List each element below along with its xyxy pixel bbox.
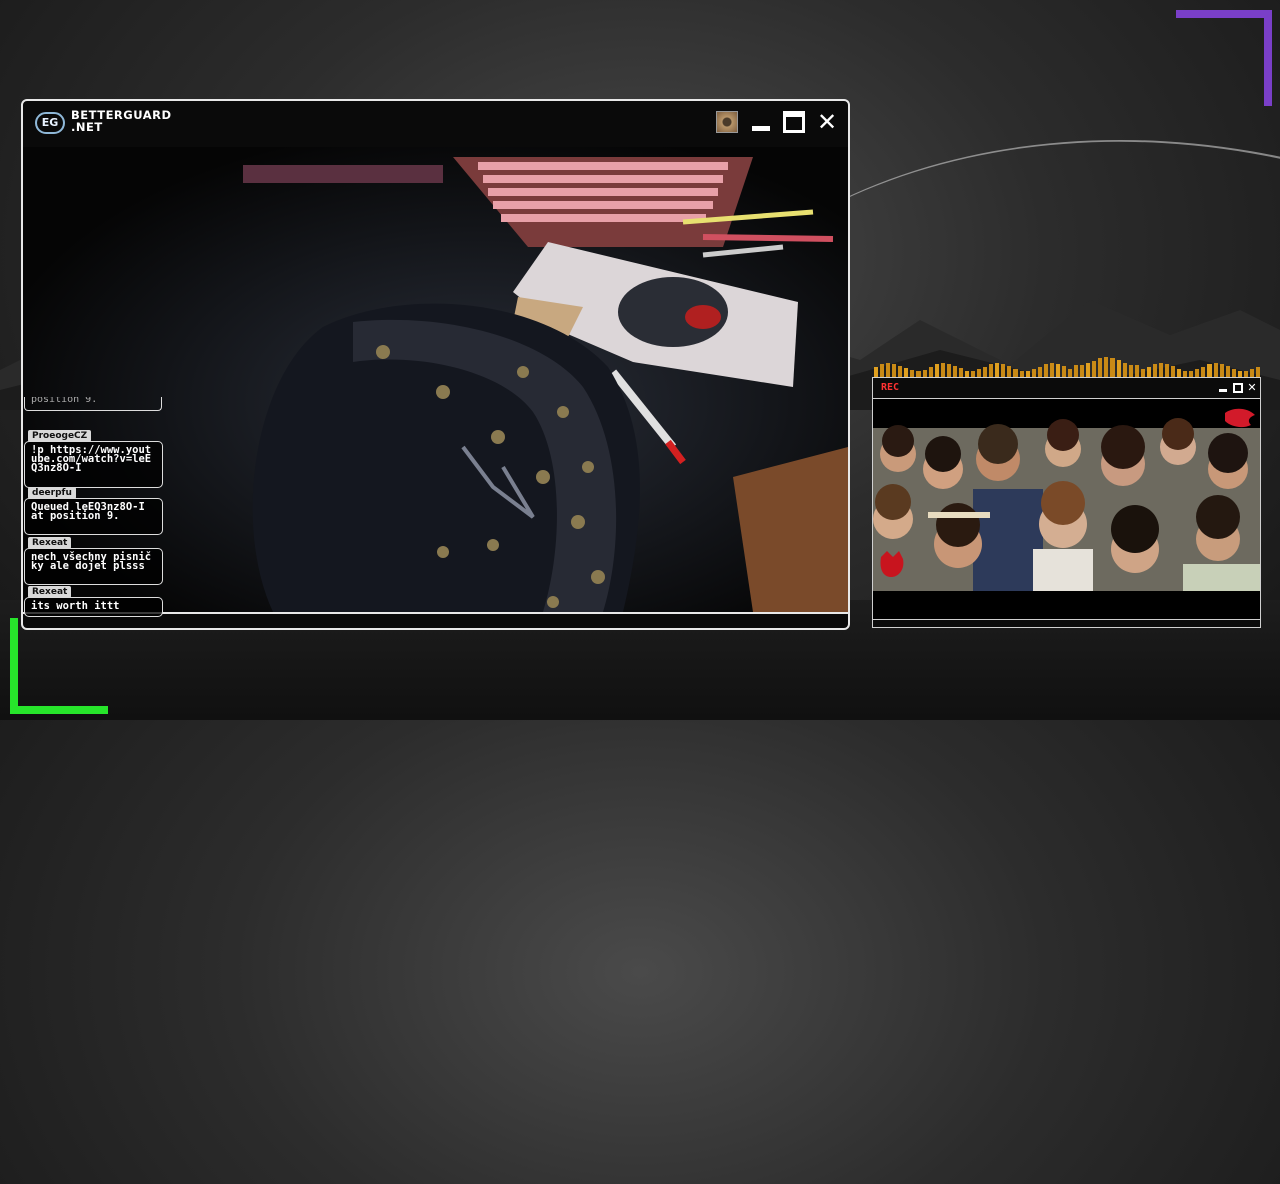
visualizer-bar — [934, 364, 939, 377]
visualizer-bar — [1001, 364, 1006, 377]
visualizer-bar — [1140, 369, 1145, 377]
chat-message: Rexeat its worth ittt — [24, 579, 164, 617]
close-button[interactable]: ✕ — [816, 110, 838, 134]
side-video-content-image — [873, 399, 1260, 619]
chat-username: deerpfu — [28, 487, 76, 499]
visualizer-bar — [1158, 363, 1163, 377]
side-window-titlebar[interactable]: REC ✕ — [873, 378, 1260, 399]
visualizer-bar — [940, 363, 945, 377]
visualizer-bar — [1213, 363, 1218, 377]
eye-thumbnail-icon[interactable] — [716, 111, 738, 133]
visualizer-bar — [880, 364, 885, 377]
chat-partial-text: position 9. — [31, 397, 98, 405]
visualizer-bar — [1061, 366, 1066, 377]
visualizer-bar — [1086, 363, 1091, 377]
visualizer-bar — [1219, 364, 1224, 377]
visualizer-bar — [1055, 364, 1060, 377]
visualizer-bar — [1122, 363, 1127, 377]
visualizer-bar — [1037, 367, 1042, 377]
visualizer-bar — [1007, 366, 1012, 377]
visualizer-bar — [989, 364, 994, 377]
side-video-frame[interactable] — [873, 399, 1260, 619]
side-window-footer — [873, 619, 1260, 628]
visualizer-bar — [922, 370, 927, 377]
visualizer-bar — [1165, 364, 1170, 377]
maximize-button[interactable] — [783, 111, 805, 133]
rec-label: REC — [881, 382, 900, 393]
visualizer-bar — [983, 367, 988, 377]
visualizer-bar — [1128, 365, 1133, 377]
visualizer-bar — [958, 368, 963, 377]
visualizer-bar — [1110, 358, 1115, 377]
visualizer-bar — [1255, 367, 1260, 377]
visualizer-bar — [928, 367, 933, 377]
visualizer-bar — [1074, 365, 1079, 377]
chat-message: Rexeat nech všechny pisničky ale dojet p… — [24, 530, 164, 585]
visualizer-bar — [1207, 364, 1212, 377]
visualizer-bar — [1177, 369, 1182, 377]
visualizer-bar — [1031, 369, 1036, 377]
visualizer-bar — [1013, 369, 1018, 377]
visualizer-bar — [1152, 364, 1157, 377]
side-minimize-button[interactable] — [1218, 383, 1228, 393]
chat-username: ProeogeCZ — [28, 430, 92, 442]
eg-logo-icon: EG — [35, 112, 65, 134]
audio-visualizer — [874, 356, 1260, 377]
corner-bracket-bottom-left — [10, 618, 108, 714]
visualizer-bar — [898, 366, 903, 377]
visualizer-bar — [1080, 365, 1085, 377]
visualizer-bar — [952, 366, 957, 377]
visualizer-bar — [874, 367, 879, 377]
side-close-button[interactable]: ✕ — [1247, 382, 1257, 393]
visualizer-bar — [1249, 369, 1254, 377]
visualizer-bar — [1104, 357, 1109, 377]
visualizer-bar — [1201, 367, 1206, 377]
visualizer-bar — [892, 364, 897, 377]
visualizer-bar — [904, 368, 909, 377]
visualizer-bar — [1068, 369, 1073, 377]
visualizer-bar — [1043, 364, 1048, 377]
visualizer-bar — [1225, 366, 1230, 377]
visualizer-bar — [977, 369, 982, 377]
window-titlebar[interactable]: EG BETTERGUARD .NET ✕ — [23, 101, 848, 145]
corner-bracket-top-right — [1176, 10, 1272, 106]
main-player-window: EG BETTERGUARD .NET ✕ position 9. Proeog… — [21, 99, 850, 630]
visualizer-bar — [1171, 366, 1176, 377]
chat-username: Rexeat — [28, 586, 72, 598]
visualizer-bar — [910, 370, 915, 377]
minimize-button[interactable] — [750, 111, 772, 133]
visualizer-bar — [1116, 360, 1121, 377]
visualizer-bar — [1195, 369, 1200, 377]
chat-message: deerpfu Queued leEQ3nz8O-I at position 9… — [24, 480, 164, 535]
visualizer-bar — [1146, 367, 1151, 377]
visualizer-bar — [1092, 361, 1097, 377]
visualizer-bar — [1049, 363, 1054, 377]
side-maximize-button[interactable] — [1233, 383, 1243, 393]
visualizer-bar — [995, 363, 1000, 377]
chat-message: ProeogeCZ !p https://www.youtube.com/wat… — [24, 423, 164, 488]
brand-name: BETTERGUARD .NET — [71, 109, 172, 133]
visualizer-bar — [886, 363, 891, 377]
visualizer-bar — [1134, 365, 1139, 377]
chat-text: its worth ittt — [24, 597, 163, 617]
visualizer-bar — [946, 364, 951, 377]
brand-line-2: .NET — [71, 120, 103, 134]
visualizer-bar — [1231, 369, 1236, 377]
chat-username: Rexeat — [28, 537, 72, 549]
side-video-window: REC ✕ — [872, 377, 1261, 628]
chat-message-partial: position 9. — [24, 397, 162, 411]
visualizer-bar — [1098, 358, 1103, 377]
